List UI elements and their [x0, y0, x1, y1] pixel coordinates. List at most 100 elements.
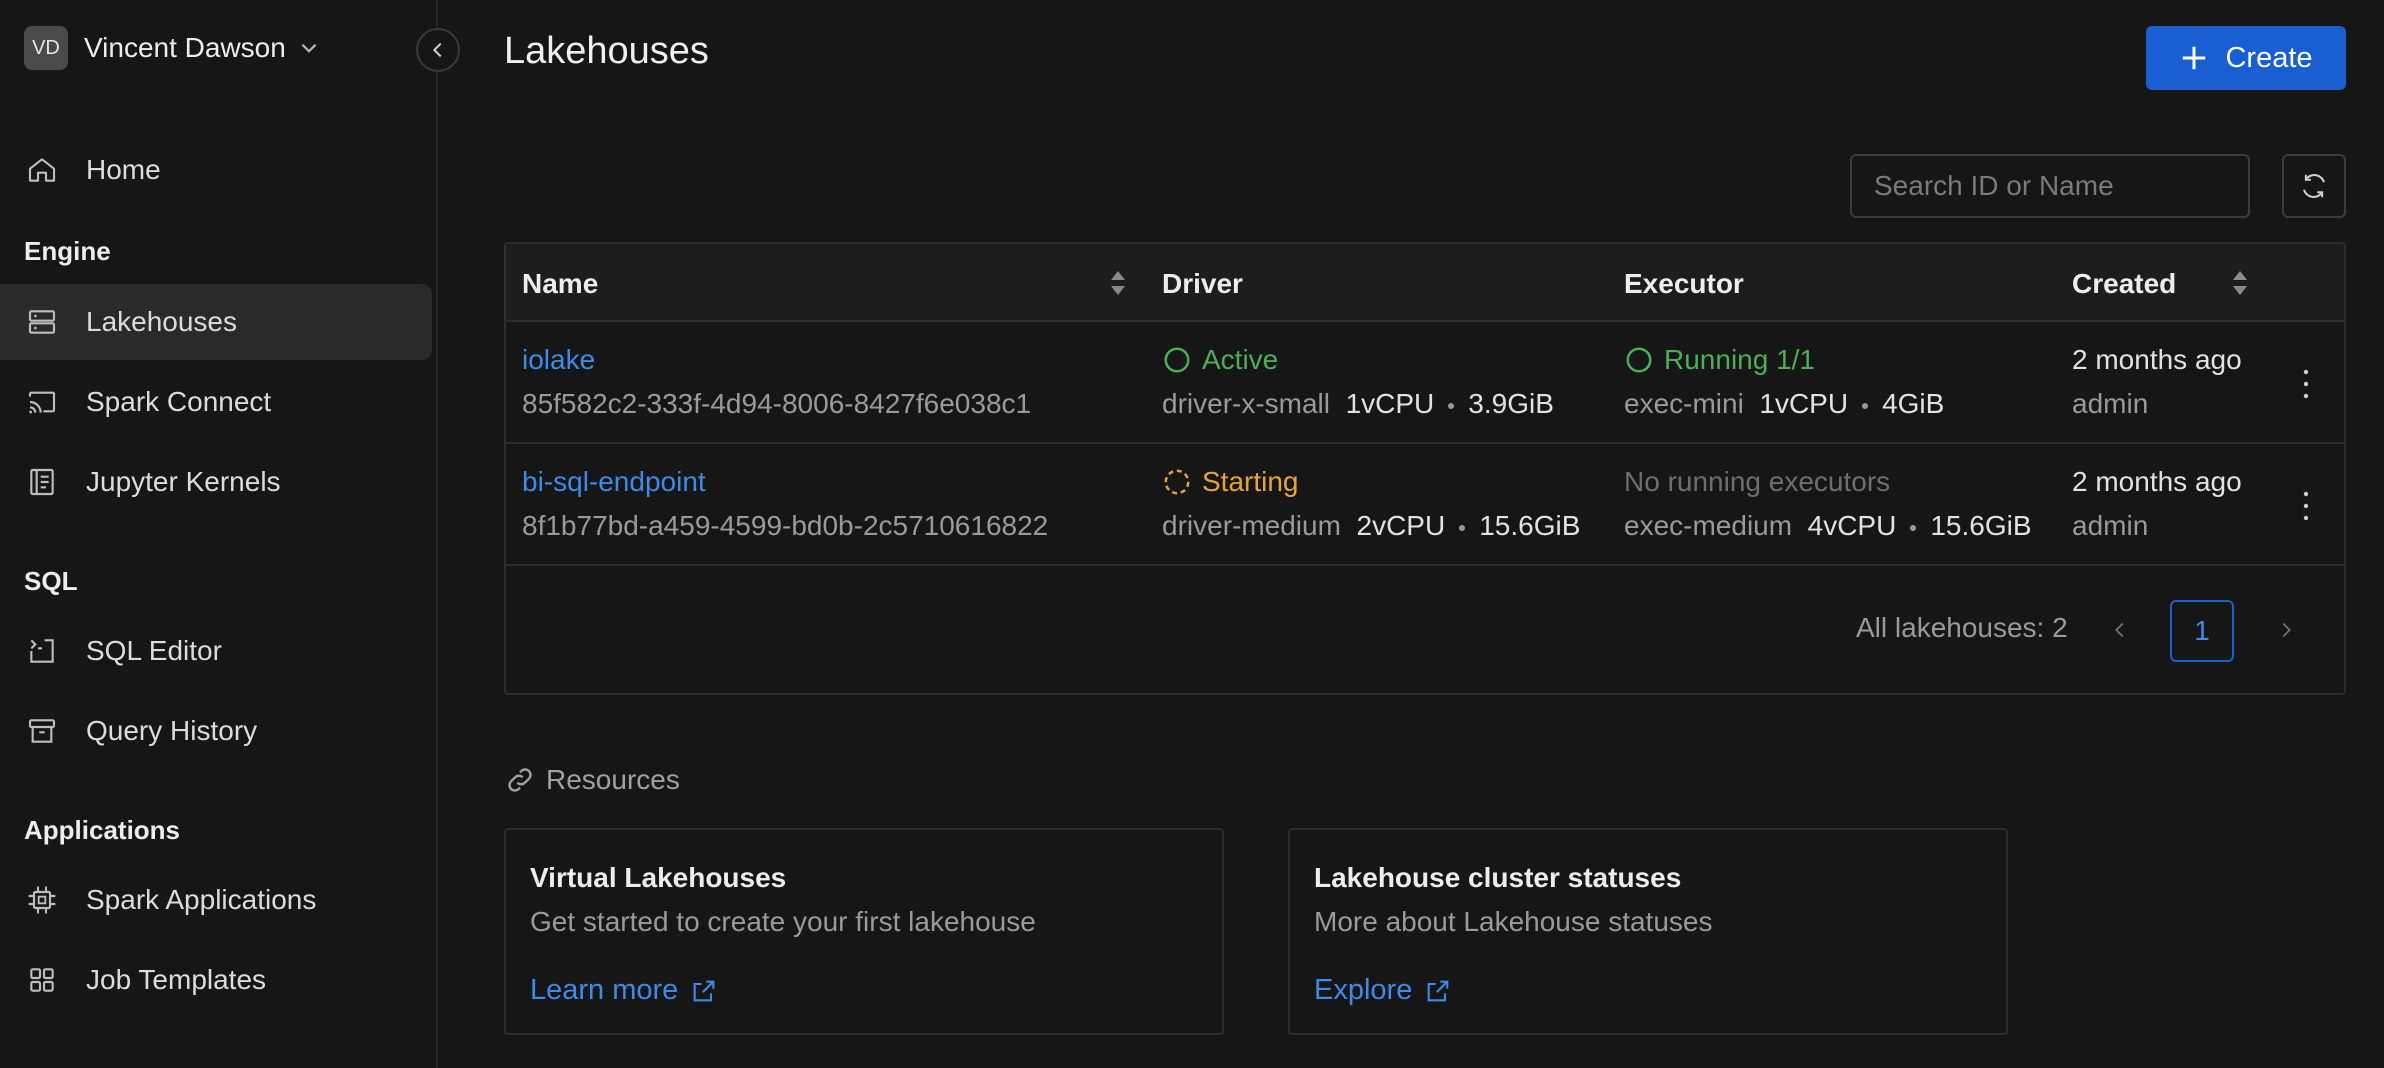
- driver-status-label: Starting: [1202, 466, 1299, 497]
- driver-status: Active: [1162, 344, 1278, 376]
- home-icon: [28, 158, 56, 182]
- notebook-icon: [30, 468, 54, 496]
- next-page-button[interactable]: [2266, 600, 2306, 660]
- sidebar-item-job-templates[interactable]: Job Templates: [0, 942, 432, 1018]
- executor-mem: 4GiB: [1882, 388, 1945, 419]
- created-time: 2 months ago: [2072, 466, 2242, 497]
- chevron-left-icon: [432, 42, 442, 58]
- user-menu[interactable]: VD Vincent Dawson: [24, 26, 322, 70]
- sidebar-item-label: SQL Editor: [86, 635, 222, 666]
- sidebar-item-label: Home: [86, 154, 161, 185]
- resource-card-title: Lakehouse cluster statuses: [1314, 862, 1682, 893]
- sidebar-item-spark-connect[interactable]: Spark Connect: [0, 364, 432, 440]
- driver-mem: 15.6GiB: [1479, 510, 1581, 541]
- separator-dot: [1862, 402, 1869, 409]
- executor-cpu: 1vCPU: [1759, 388, 1849, 419]
- driver-status-label: Active: [1202, 344, 1279, 375]
- collapse-sidebar-button[interactable]: [416, 28, 460, 72]
- column-header-name[interactable]: Name: [522, 268, 598, 300]
- previous-page-button[interactable]: [2100, 600, 2140, 660]
- chevron-right-icon: [2282, 622, 2291, 638]
- driver-type: driver-x-small: [1162, 388, 1330, 419]
- driver-type: driver-medium: [1162, 510, 1341, 541]
- resources-heading: Resources: [504, 764, 680, 796]
- link-icon: [508, 768, 532, 792]
- page-title: Lakehouses: [504, 30, 709, 72]
- sidebar-item-label: Query History: [86, 715, 258, 746]
- sidebar-item-label: Jupyter Kernels: [86, 466, 281, 497]
- resource-card-virtual-lakehouses: Virtual Lakehouses Get started to create…: [504, 828, 1224, 1035]
- sidebar-item-label: Spark Connect: [86, 386, 272, 417]
- resource-card-title: Virtual Lakehouses: [530, 862, 787, 893]
- created-by: admin: [2072, 388, 2149, 419]
- more-actions-icon[interactable]: [2296, 486, 2316, 526]
- explore-label: Explore: [1314, 974, 1413, 1006]
- code-editor-icon: [30, 639, 54, 663]
- sidebar-item-label: Spark Applications: [86, 884, 317, 915]
- archive-icon: [28, 719, 56, 743]
- driver-spec: driver-medium 2vCPU 15.6GiB: [1162, 510, 1580, 542]
- created-by: admin: [2072, 510, 2149, 541]
- sort-icon[interactable]: [2230, 266, 2250, 300]
- plus-icon: [2183, 46, 2206, 70]
- resource-card-cluster-statuses: Lakehouse cluster statuses More about La…: [1288, 828, 2008, 1035]
- executor-type: exec-mini: [1624, 388, 1744, 419]
- server-icon: [28, 310, 56, 334]
- sidebar-item-query-history[interactable]: Query History: [0, 693, 432, 769]
- sidebar-item-home[interactable]: Home: [0, 132, 432, 208]
- table-row: bi-sql-endpoint 8f1b77bd-a459-4599-bd0b-…: [506, 444, 2344, 566]
- status-active-icon: [1164, 347, 1190, 373]
- create-button-label: Create: [2225, 41, 2313, 74]
- lakehouse-id: 8f1b77bd-a459-4599-bd0b-2c5710616822: [522, 510, 1049, 541]
- sidebar-item-label: Job Templates: [86, 964, 267, 995]
- chevron-down-icon: [301, 43, 317, 53]
- driver-cpu: 1vCPU: [1345, 388, 1435, 419]
- resources-title: Resources: [546, 764, 680, 795]
- separator-dot: [1448, 402, 1455, 409]
- page-number-button[interactable]: 1: [2170, 600, 2234, 662]
- external-link-icon: [693, 980, 715, 1001]
- executor-spec: exec-medium 4vCPU 15.6GiB: [1624, 510, 2032, 542]
- driver-spec: driver-x-small 1vCPU 3.9GiB: [1162, 388, 1554, 420]
- executor-status: Running 1/1: [1624, 344, 1815, 376]
- driver-cpu: 2vCPU: [1356, 510, 1446, 541]
- executor-status-label: No running executors: [1624, 466, 1891, 497]
- refresh-icon: [2303, 174, 2325, 198]
- sidebar-item-jupyter-kernels[interactable]: Jupyter Kernels: [0, 444, 432, 520]
- table-row: iolake 85f582c2-333f-4d94-8006-8427f6e03…: [506, 322, 2344, 444]
- separator-dot: [1459, 524, 1466, 531]
- refresh-button[interactable]: [2282, 154, 2346, 218]
- chip-icon: [28, 886, 56, 914]
- avatar: VD: [24, 26, 68, 70]
- more-actions-icon[interactable]: [2296, 364, 2316, 404]
- driver-mem: 3.9GiB: [1468, 388, 1554, 419]
- nav-section-sql: SQL: [24, 566, 78, 596]
- sidebar: VD Vincent Dawson Home Engine Lakehouses…: [0, 0, 438, 1068]
- driver-status: Starting: [1162, 466, 1299, 498]
- lakehouse-name-link[interactable]: bi-sql-endpoint: [522, 466, 706, 498]
- column-header-created[interactable]: Created: [2072, 268, 2176, 300]
- sidebar-item-label: Lakehouses: [86, 306, 238, 337]
- pagination-total: All lakehouses: 2: [1856, 612, 2068, 643]
- sort-icon[interactable]: [1108, 266, 1128, 300]
- sidebar-item-sql-editor[interactable]: SQL Editor: [0, 613, 432, 689]
- nav-section-engine: Engine: [24, 236, 111, 266]
- sidebar-item-lakehouses[interactable]: Lakehouses: [0, 284, 432, 360]
- explore-link[interactable]: Explore: [1314, 974, 1452, 1007]
- lakehouse-name-link[interactable]: iolake: [522, 344, 595, 376]
- sidebar-item-spark-applications[interactable]: Spark Applications: [0, 862, 432, 938]
- create-button[interactable]: Create: [2146, 26, 2346, 90]
- status-running-icon: [1626, 347, 1652, 373]
- column-header-driver: Driver: [1162, 268, 1243, 299]
- executor-spec: exec-mini 1vCPU 4GiB: [1624, 388, 1944, 420]
- search-input[interactable]: [1850, 154, 2250, 218]
- status-starting-icon: [1164, 469, 1190, 495]
- separator-dot: [1910, 524, 1917, 531]
- learn-more-link[interactable]: Learn more: [530, 974, 718, 1007]
- created-time: 2 months ago: [2072, 344, 2242, 375]
- lakehouse-id: 85f582c2-333f-4d94-8006-8427f6e038c1: [522, 388, 1032, 419]
- executor-mem: 15.6GiB: [1930, 510, 2032, 541]
- learn-more-label: Learn more: [530, 974, 679, 1006]
- executor-type: exec-medium: [1624, 510, 1793, 541]
- column-header-executor: Executor: [1624, 268, 1744, 299]
